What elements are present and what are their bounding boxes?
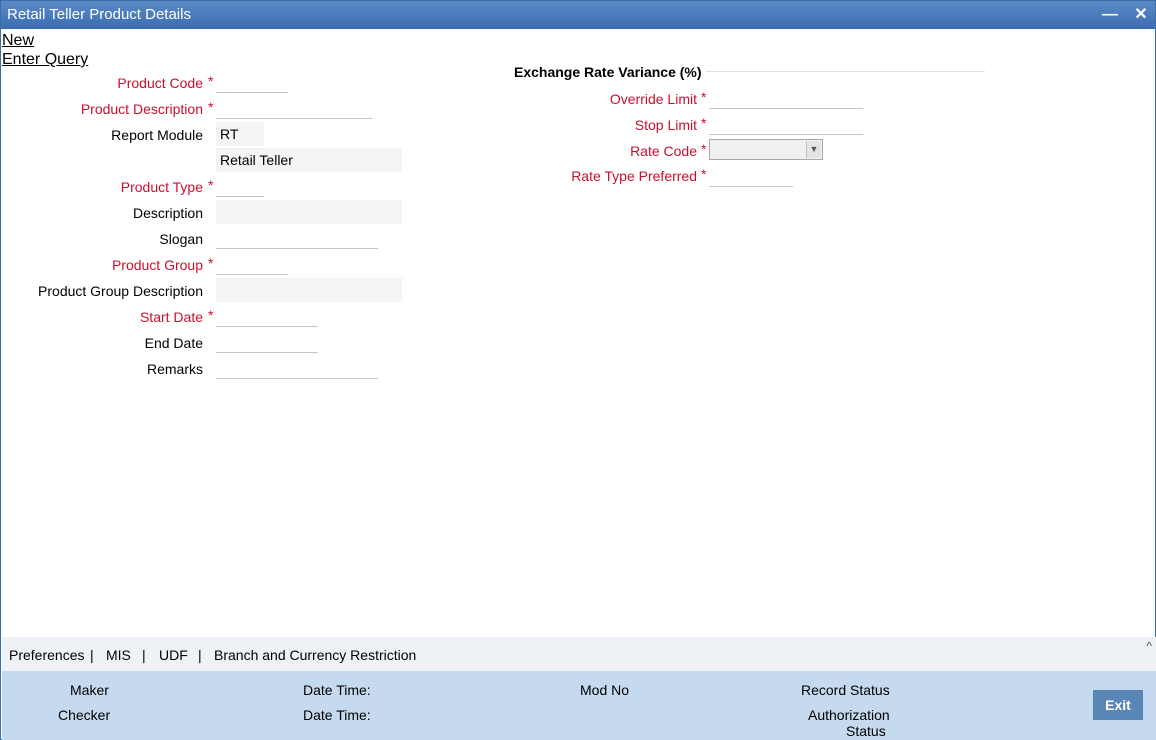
authorization-status-label: Status — [846, 723, 886, 739]
product-description-label: Product Description — [80, 101, 203, 117]
exchange-rate-variance-title: Exchange Rate Variance (%) — [514, 64, 702, 80]
required-marker: * — [208, 99, 214, 115]
required-marker: * — [208, 73, 214, 89]
report-module-description-value: Retail Teller — [220, 152, 293, 168]
tab-mis[interactable]: MIS — [106, 647, 131, 663]
product-group-description-label: Product Group Description — [38, 283, 203, 299]
tab-separator: | — [198, 647, 202, 663]
product-group-input[interactable] — [216, 251, 288, 275]
tab-branch-currency-restriction[interactable]: Branch and Currency Restriction — [214, 647, 416, 663]
title-bar: Retail Teller Product Details — ✕ — [1, 1, 1155, 29]
authorization-label: Authorization — [808, 707, 890, 723]
close-icon[interactable]: ✕ — [1131, 5, 1151, 25]
audit-footer: Maker Checker Date Time: Date Time: Mod … — [2, 671, 1156, 740]
description-field — [216, 200, 402, 224]
required-marker: * — [701, 89, 707, 105]
stop-limit-label: Stop Limit — [634, 117, 697, 133]
slogan-input[interactable] — [216, 225, 378, 249]
description-label: Description — [132, 205, 203, 221]
report-module-value: RT — [220, 126, 239, 142]
tab-separator: | — [142, 647, 146, 663]
checker-date-time-label: Date Time: — [303, 707, 371, 723]
tab-separator: | — [90, 647, 94, 663]
rate-code-label: Rate Code — [630, 143, 697, 159]
override-limit-input[interactable] — [709, 85, 863, 109]
required-marker: * — [208, 255, 214, 271]
section-divider — [706, 71, 985, 72]
maker-label: Maker — [70, 682, 109, 698]
tab-udf[interactable]: UDF — [159, 647, 188, 663]
report-module-label: Report Module — [111, 127, 203, 143]
maker-date-time-label: Date Time: — [303, 682, 371, 698]
subsystem-tabs: Preferences | MIS | UDF | Branch and Cur… — [2, 637, 1156, 671]
tab-preferences[interactable]: Preferences — [9, 647, 84, 663]
window-title: Retail Teller Product Details — [7, 6, 191, 23]
remarks-label: Remarks — [146, 361, 203, 377]
product-description-input[interactable] — [216, 95, 372, 119]
required-marker: * — [208, 307, 214, 323]
product-group-description-field — [216, 278, 402, 302]
checker-label: Checker — [58, 707, 111, 723]
rate-type-preferred-input[interactable] — [709, 163, 793, 187]
product-code-label: Product Code — [117, 75, 203, 91]
start-date-input[interactable] — [216, 303, 318, 327]
mod-no-label: Mod No — [580, 682, 630, 698]
required-marker: * — [701, 166, 707, 182]
product-type-label: Product Type — [120, 179, 203, 195]
override-limit-label: Override Limit — [609, 91, 697, 107]
remarks-input[interactable] — [216, 355, 378, 379]
rate-code-select[interactable]: ▼ — [709, 139, 823, 160]
required-marker: * — [701, 141, 707, 157]
rate-type-preferred-label: Rate Type Preferred — [571, 168, 697, 184]
required-marker: * — [701, 115, 707, 131]
slogan-label: Slogan — [159, 231, 203, 247]
exit-button[interactable]: Exit — [1093, 690, 1143, 720]
minimize-icon[interactable]: — — [1100, 5, 1120, 25]
record-status-label: Record Status — [801, 682, 890, 698]
new-link[interactable]: New — [2, 32, 34, 50]
chevron-down-icon[interactable]: ▼ — [806, 141, 821, 158]
stop-limit-input[interactable] — [709, 111, 863, 135]
start-date-label: Start Date — [139, 309, 203, 325]
window: Retail Teller Product Details — ✕ New En… — [0, 0, 1156, 740]
end-date-input[interactable] — [216, 329, 318, 353]
end-date-label: End Date — [144, 335, 203, 351]
product-type-input[interactable] — [216, 173, 264, 197]
product-code-input[interactable] — [216, 69, 288, 93]
required-marker: * — [208, 177, 214, 193]
enter-query-link[interactable]: Enter Query — [2, 51, 88, 69]
product-group-label: Product Group — [111, 257, 203, 273]
chevron-up-icon[interactable]: ^ — [1146, 639, 1152, 653]
